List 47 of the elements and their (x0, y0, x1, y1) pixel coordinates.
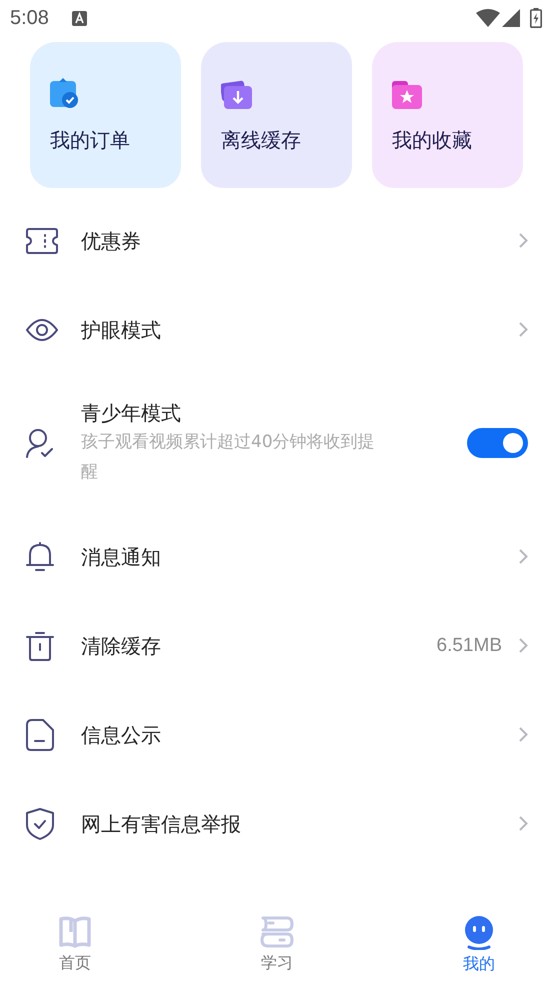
menu-item[interactable]: 清除缓存 6.51MB (0, 601, 554, 690)
wifi-icon (476, 9, 500, 27)
menu-item[interactable]: 优惠券 (0, 196, 554, 285)
user-check-icon (26, 428, 54, 458)
chevron-right-icon (519, 727, 528, 742)
battery-icon (530, 8, 542, 28)
item-label: 信息公示 (81, 722, 162, 748)
download-folder-icon (221, 80, 253, 109)
trash-icon (26, 630, 54, 660)
chevron-right-icon (519, 233, 528, 248)
item-label: 护眼模式 (81, 316, 162, 344)
ticket-icon (26, 228, 58, 254)
keyboard-icon (72, 10, 87, 26)
menu-item[interactable]: 消息通知 (0, 512, 554, 601)
chevron-right-icon (519, 549, 528, 564)
document-icon (26, 718, 54, 750)
star-folder-icon (392, 81, 422, 109)
shortcut-card[interactable]: 我的订单 (30, 42, 181, 188)
nav-tab[interactable]: 首页 (20, 904, 130, 984)
shortcut-card[interactable]: 我的收藏 (372, 42, 523, 188)
menu-item[interactable]: 网上有害信息举报 (0, 779, 554, 868)
item-label: 网上有害信息举报 (81, 810, 242, 838)
nav-tab[interactable]: 学习 (222, 904, 332, 984)
chevron-right-icon (519, 322, 528, 337)
item-description: 孩子观看视频累计超过40分钟将收到提醒 (81, 431, 376, 484)
item-label: 青少年模式 (81, 400, 182, 427)
clipboard-check-icon (50, 78, 80, 109)
shield-check-icon (26, 808, 54, 840)
menu-item[interactable]: 护眼模式 (0, 285, 554, 374)
cache-size: 6.51MB (436, 634, 502, 656)
eye-icon (26, 318, 58, 342)
status-time: 5:08 (10, 6, 49, 30)
item-label: 优惠券 (81, 228, 142, 254)
item-label: 清除缓存 (81, 632, 162, 660)
shortcut-card[interactable]: 离线缓存 (201, 42, 352, 188)
menu-item[interactable]: 信息公示 (0, 690, 554, 779)
item-label: 消息通知 (81, 544, 162, 570)
signal-icon (502, 9, 520, 27)
menu-item[interactable]: 青少年模式 孩子观看视频累计超过40分钟将收到提醒 (0, 374, 554, 512)
nav-tab[interactable]: 我的 (424, 904, 534, 984)
chevron-right-icon (519, 638, 528, 653)
smiley-face-icon (463, 916, 495, 950)
bell-icon (26, 542, 54, 572)
stacked-books-icon (260, 916, 294, 949)
chevron-right-icon (519, 816, 528, 831)
book-icon (58, 916, 92, 949)
toggle-switch[interactable] (467, 428, 528, 458)
